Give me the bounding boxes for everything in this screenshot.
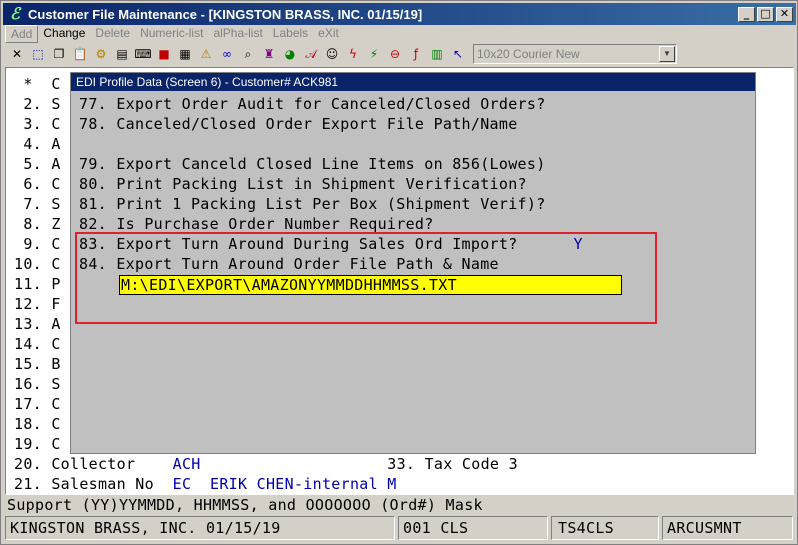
help-pointer-icon[interactable]: ↖ (448, 44, 468, 64)
minimize-button[interactable]: _ (738, 6, 755, 22)
person-icon[interactable]: ☺ (322, 44, 342, 64)
stop-icon[interactable]: ■ (154, 44, 174, 64)
bg-line-9: 9. C (14, 235, 61, 253)
menu-change[interactable]: Change (38, 25, 90, 43)
window-title: Customer File Maintenance - [KINGSTON BR… (28, 6, 423, 22)
menu-numeric-list[interactable]: Numeric-list (135, 25, 208, 43)
font-select-value: 10x20 Courier New (477, 47, 580, 61)
keyboard-icon[interactable]: ⌨ (133, 44, 153, 64)
bg-line-17: 17. C (14, 395, 61, 413)
close-x-icon[interactable]: ✕ (7, 44, 27, 64)
close-button[interactable]: ✕ (776, 6, 793, 22)
report-icon[interactable]: ▤ (112, 44, 132, 64)
field-77[interactable]: 77. Export Order Audit for Canceled/Clos… (79, 95, 546, 113)
app-logo-icon: ℰ (10, 4, 20, 23)
list-icon[interactable]: ▥ (427, 44, 447, 64)
menu-bar: Add Change Delete Numeric-list alPha-lis… (5, 25, 344, 43)
status-terminal: TS4CLS (551, 516, 659, 540)
bg-line-10: 10. C (14, 255, 61, 273)
field-82[interactable]: 82. Is Purchase Order Number Required? (79, 215, 434, 233)
toolbar: ✕ ⬚ ❐ 📋 ⚙ ▤ ⌨ ■ ▦ ⚠ ∞ ⌕ ♜ ◕ 𝒜 ☺ ϟ ⚡ ⊖ ƒ … (7, 43, 677, 65)
app-window: ℰ Customer File Maintenance - [KINGSTON … (0, 0, 798, 545)
macro-icon[interactable]: ⚡ (364, 44, 384, 64)
help-line: Support (YY)YYMMDD, HHMMSS, and OOOOOOO … (5, 495, 794, 515)
bg-line-7: 7. S (14, 195, 61, 213)
bg-line-13: 13. A (14, 315, 61, 333)
status-company: KINGSTON BRASS, INC. 01/15/19 (5, 516, 395, 540)
bg-line-1: * C (14, 75, 61, 93)
paste-icon[interactable]: 📋 (70, 44, 90, 64)
stamp-icon[interactable]: ♜ (259, 44, 279, 64)
status-program: ARCUSMNT (662, 516, 793, 540)
chevron-down-icon[interactable]: ▼ (659, 46, 675, 62)
bg-line-4: 4. A (14, 135, 61, 153)
menu-add[interactable]: Add (5, 25, 39, 43)
menu-labels[interactable]: Labels (268, 25, 313, 43)
alert-icon[interactable]: ⚠ (196, 44, 216, 64)
menu-alpha-list[interactable]: alPha-list (208, 25, 267, 43)
bg-line-18: 18. C (14, 415, 61, 433)
status-code: 001 CLS (398, 516, 548, 540)
bg-line-15: 15. B (14, 355, 61, 373)
bg-line-5: 5. A (14, 155, 61, 173)
binoculars-icon[interactable]: ∞ (217, 44, 237, 64)
menu-delete[interactable]: Delete (90, 25, 135, 43)
bg-line-12: 12. F (14, 295, 61, 313)
collector-row: 20. Collector ACH 33. Tax Code 3 (14, 455, 518, 473)
field-78[interactable]: 78. Canceled/Closed Order Export File Pa… (79, 115, 518, 133)
magnify-icon[interactable]: ⌕ (238, 44, 258, 64)
field-79[interactable]: 79. Export Canceld Closed Line Items on … (79, 155, 546, 173)
field-81[interactable]: 81. Print 1 Packing List Per Box (Shipme… (79, 195, 546, 213)
maximize-button[interactable]: □ (757, 6, 774, 22)
bg-line-16: 16. S (14, 375, 61, 393)
function-icon[interactable]: ƒ (406, 44, 426, 64)
menu-exit[interactable]: eXit (313, 25, 344, 43)
salesman-row: 21. Salesman No EC ERIK CHEN-internal M (14, 475, 397, 493)
bg-line-19: 19. C (14, 435, 61, 453)
color-icon[interactable]: ◕ (280, 44, 300, 64)
bg-line-3: 3. C (14, 115, 61, 133)
status-bar: KINGSTON BRASS, INC. 01/15/19 001 CLS TS… (5, 516, 794, 542)
font-select[interactable]: 10x20 Courier New ▼ (473, 44, 677, 64)
title-bar: ℰ Customer File Maintenance - [KINGSTON … (3, 3, 796, 25)
font-a-icon[interactable]: 𝒜 (301, 44, 321, 64)
bg-line-2: 2. S (14, 95, 61, 113)
settings-icon[interactable]: ⚙ (91, 44, 111, 64)
highlight-annotation (75, 232, 657, 324)
bg-line-11: 11. P (14, 275, 61, 293)
lightning-icon[interactable]: ϟ (343, 44, 363, 64)
select-icon[interactable]: ⬚ (28, 44, 48, 64)
bg-line-6: 6. C (14, 175, 61, 193)
bg-line-14: 14. C (14, 335, 61, 353)
copy-icon[interactable]: ❐ (49, 44, 69, 64)
dialog-title: EDI Profile Data (Screen 6) - Customer# … (71, 73, 755, 91)
bg-line-8: 8. Z (14, 215, 61, 233)
link-icon[interactable]: ⊖ (385, 44, 405, 64)
field-80[interactable]: 80. Print Packing List in Shipment Verif… (79, 175, 527, 193)
form-icon[interactable]: ▦ (175, 44, 195, 64)
